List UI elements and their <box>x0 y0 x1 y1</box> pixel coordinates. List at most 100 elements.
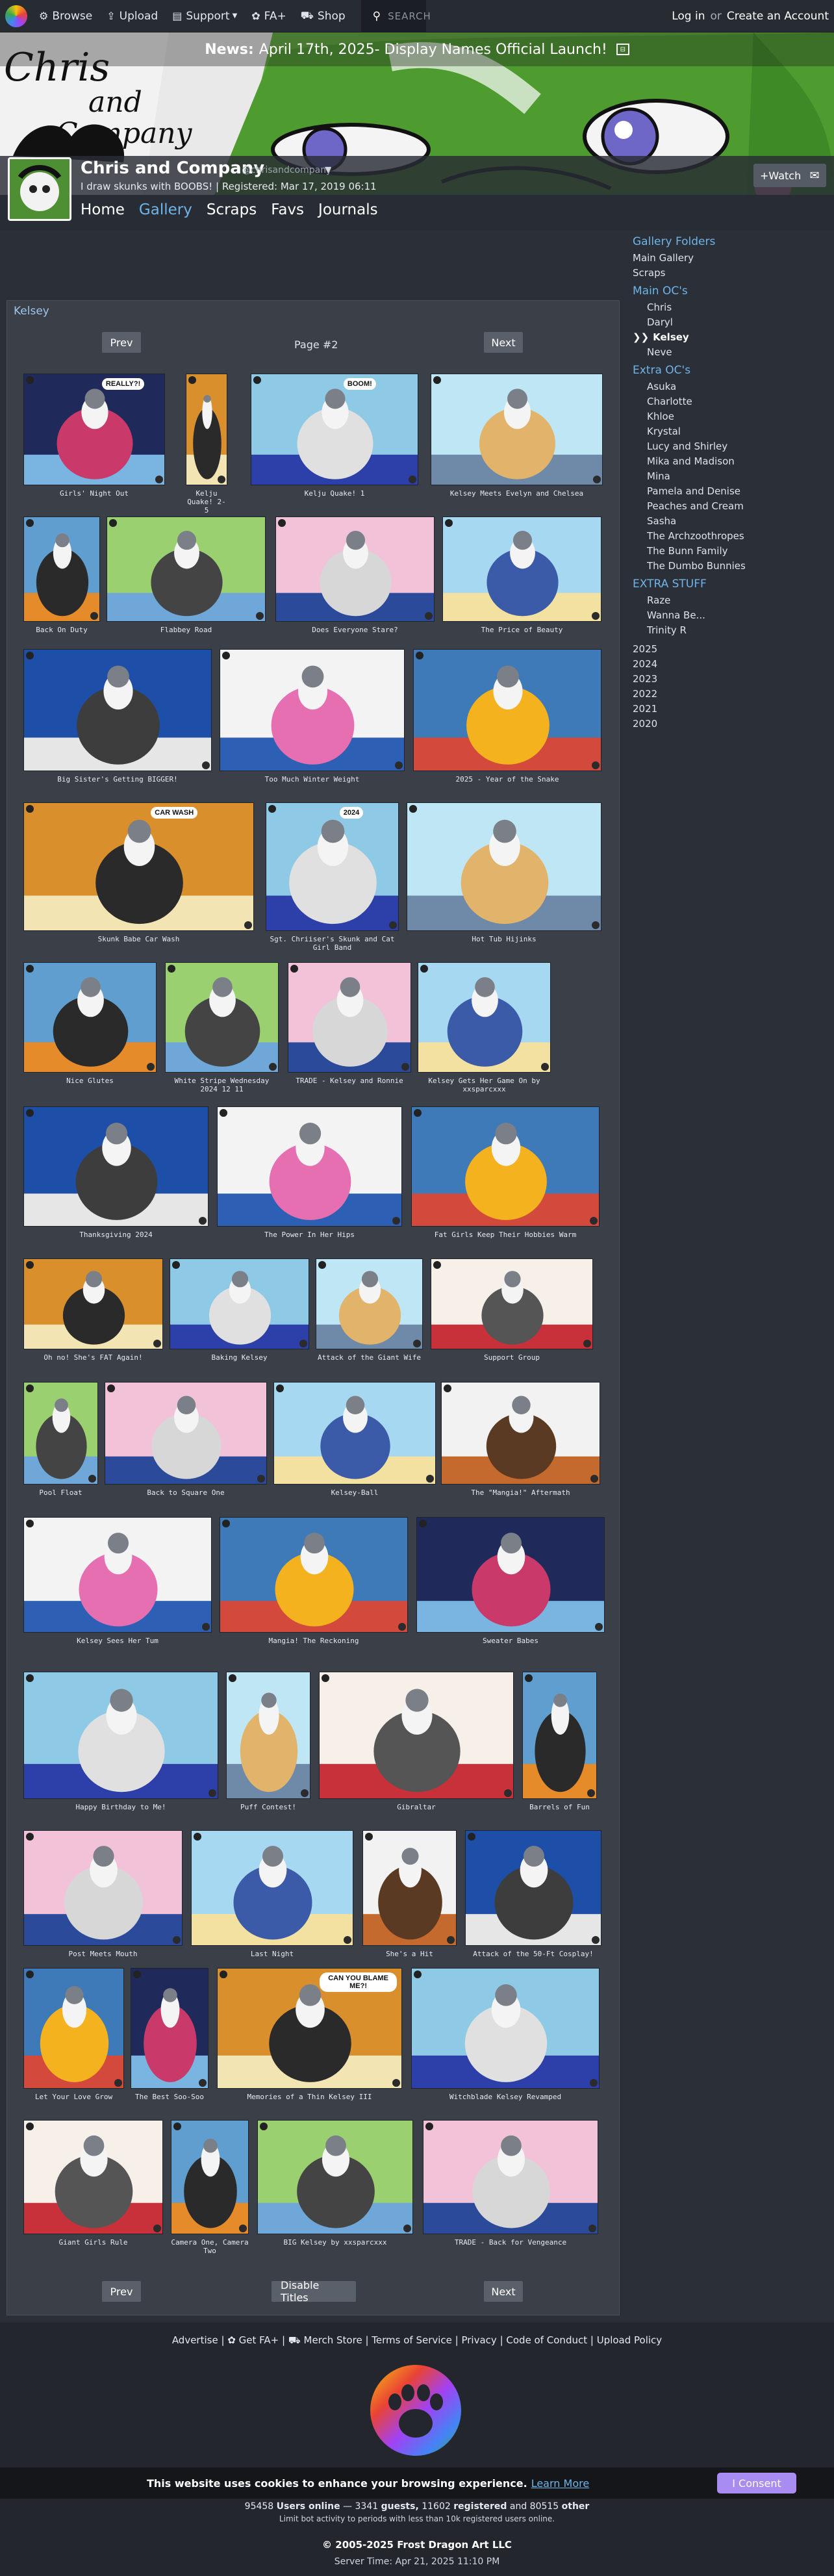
thumbnail-caption[interactable]: Giant Girls Rule <box>23 2238 163 2247</box>
thumbnail-caption[interactable]: Kelsey-Ball <box>273 1488 436 1497</box>
folder-extra-oc-6[interactable]: Mina <box>633 469 828 484</box>
gallery-thumbnail[interactable] <box>23 2120 163 2234</box>
thumbnail-caption[interactable]: Fat Girls Keep Their Hobbies Warm <box>411 1231 600 1239</box>
thumbnail-caption[interactable]: The Power In Her Hips <box>217 1231 402 1239</box>
tab-gallery[interactable]: Gallery <box>139 201 192 218</box>
learn-more-link[interactable]: Learn More <box>531 2477 589 2490</box>
gallery-thumbnail[interactable] <box>411 1106 600 1227</box>
thumbnail-caption[interactable]: Kelsey Sees Her Tum <box>23 1637 212 1645</box>
thumbnail-caption[interactable]: Witchblade Kelsey Revamped <box>411 2093 600 2101</box>
gallery-thumbnail[interactable] <box>23 1382 98 1485</box>
mail-icon[interactable]: ✉ <box>803 164 826 187</box>
thumbnail-caption[interactable]: Camera One, Camera Two <box>171 2238 249 2255</box>
gallery-thumbnail[interactable] <box>165 962 279 1073</box>
user-menu-chevron-icon[interactable]: ▾ <box>325 161 331 177</box>
thumbnail-caption[interactable]: Puff Contest! <box>226 1803 310 1811</box>
shop-link[interactable]: ⛟ Shop <box>301 9 346 23</box>
thumbnail-caption[interactable]: Attack of the 50-Ft Cosplay! <box>465 1950 601 1958</box>
gallery-thumbnail[interactable]: 2024 <box>266 802 399 931</box>
gallery-thumbnail[interactable] <box>418 962 551 1073</box>
gallery-thumbnail[interactable] <box>413 649 601 771</box>
gallery-thumbnail[interactable] <box>23 1517 212 1633</box>
watch-button[interactable]: +Watch <box>753 164 808 187</box>
thumbnail-caption[interactable]: Let Your Love Grow <box>23 2093 124 2101</box>
thumbnail-caption[interactable]: 2025 - Year of the Snake <box>413 775 601 784</box>
thumbnail-caption[interactable]: Post Meets Mouth <box>23 1950 183 1958</box>
thumbnail-caption[interactable]: TRADE - Back for Vengeance <box>423 2238 598 2247</box>
folder-neve[interactable]: Neve <box>633 345 828 360</box>
thumbnail-caption[interactable]: The Best Soo-Soo <box>131 2093 208 2101</box>
gallery-thumbnail[interactable] <box>316 1258 423 1349</box>
folder-year-2[interactable]: 2023 <box>633 672 828 687</box>
thumbnail-caption[interactable]: She's a Hit <box>362 1950 457 1958</box>
thumbnail-caption[interactable]: Sgt. Chriiser's Skunk and Cat Girl Band <box>266 935 399 952</box>
gallery-thumbnail[interactable] <box>186 374 227 485</box>
thumbnail-caption[interactable]: Last Night <box>191 1950 353 1958</box>
folder-extra-oc-8[interactable]: Peaches and Cream <box>633 499 828 514</box>
thumbnail-caption[interactable]: Mangia! The Reckoning <box>220 1637 408 1645</box>
gallery-thumbnail[interactable] <box>171 2120 249 2234</box>
tos-link[interactable]: Terms of Service <box>372 2334 452 2346</box>
folder-main-gallery[interactable]: Main Gallery <box>633 251 828 266</box>
tab-home[interactable]: Home <box>81 201 125 218</box>
thumbnail-caption[interactable]: Gibraltar <box>319 1803 514 1811</box>
tab-favs[interactable]: Favs <box>271 201 304 218</box>
gallery-thumbnail[interactable] <box>319 1672 514 1799</box>
upload-link[interactable]: ⇪ Upload <box>107 10 158 23</box>
gallery-thumbnail[interactable] <box>522 1672 597 1799</box>
thumbnail-caption[interactable]: Hot Tub Hijinks <box>407 935 601 943</box>
thumbnail-caption[interactable]: Back On Duty <box>23 626 100 634</box>
thumbnail-caption[interactable]: White Stripe Wednesday 2024 12 11 <box>165 1077 279 1093</box>
gallery-thumbnail[interactable] <box>431 374 603 485</box>
folder-extra-oc-3[interactable]: Krystal <box>633 424 828 439</box>
gallery-thumbnail[interactable] <box>411 1968 600 2089</box>
login-link[interactable]: Log in <box>672 10 705 23</box>
thumbnail-caption[interactable]: Thanksgiving 2024 <box>23 1231 208 1239</box>
thumbnail-caption[interactable]: Too Much Winter Weight <box>220 775 405 784</box>
gallery-thumbnail[interactable]: BOOM! <box>251 374 418 485</box>
merch-store-link[interactable]: Merch Store <box>304 2334 362 2346</box>
thumbnail-caption[interactable]: The "Mangia!" Aftermath <box>441 1488 600 1497</box>
thumbnail-caption[interactable]: Attack of the Giant Wife <box>316 1353 423 1362</box>
create-account-link[interactable]: Create an Account <box>727 10 829 23</box>
thumbnail-caption[interactable]: Pool Float <box>23 1488 98 1497</box>
dismiss-news-icon[interactable]: ⊟ <box>616 44 629 55</box>
tab-scraps[interactable]: Scraps <box>207 201 257 218</box>
avatar[interactable] <box>8 157 71 221</box>
thumbnail-caption[interactable]: BIG Kelsey by xxsparcxxx <box>257 2238 413 2247</box>
gallery-thumbnail[interactable]: CAR WASH <box>23 802 254 931</box>
gallery-thumbnail[interactable] <box>23 516 100 622</box>
site-logo-icon[interactable] <box>5 5 27 27</box>
gallery-thumbnail[interactable] <box>407 802 601 931</box>
gallery-thumbnail[interactable] <box>441 1382 600 1485</box>
gallery-thumbnail[interactable] <box>442 516 601 622</box>
gallery-thumbnail[interactable] <box>423 2120 598 2234</box>
thumbnail-caption[interactable]: Big Sister's Getting BIGGER! <box>23 775 212 784</box>
get-fa-plus-link[interactable]: Get FA+ <box>239 2334 279 2346</box>
thumbnail-caption[interactable]: Happy Birthday to Me! <box>23 1803 218 1811</box>
advertise-link[interactable]: Advertise <box>172 2334 218 2346</box>
thumbnail-caption[interactable]: Girls' Night Out <box>23 489 165 498</box>
folder-extra-oc-1[interactable]: Charlotte <box>633 394 828 409</box>
folder-extra-oc-0[interactable]: Asuka <box>633 379 828 394</box>
prev-button-bottom[interactable]: Prev <box>102 2281 141 2302</box>
gallery-thumbnail[interactable] <box>131 1968 208 2089</box>
news-text[interactable]: April 17th, 2025- Display Names Official… <box>259 42 607 58</box>
folder-kelsey[interactable]: ❯❯ Kelsey <box>633 330 828 345</box>
gallery-thumbnail[interactable] <box>416 1517 605 1633</box>
thumbnail-caption[interactable]: Barrels of Fun <box>522 1803 597 1811</box>
thumbnail-caption[interactable]: Support Group <box>431 1353 593 1362</box>
gallery-thumbnail[interactable] <box>288 962 411 1073</box>
folder-extra-oc-7[interactable]: Pamela and Denise <box>633 484 828 499</box>
gallery-thumbnail[interactable] <box>23 1968 124 2089</box>
thumbnail-caption[interactable]: Kelju Quake! 2-5 <box>186 489 227 515</box>
thumbnail-caption[interactable]: Baking Kelsey <box>170 1353 309 1362</box>
gallery-thumbnail[interactable] <box>220 1517 408 1633</box>
folder-extra-stuff-1[interactable]: Wanna Be... <box>633 608 828 623</box>
next-button[interactable]: Next <box>484 332 523 353</box>
consent-button[interactable]: I Consent <box>717 2473 796 2493</box>
tab-journals[interactable]: Journals <box>318 201 378 218</box>
gallery-thumbnail[interactable] <box>273 1382 436 1485</box>
gallery-thumbnail[interactable] <box>23 962 157 1073</box>
gallery-thumbnail[interactable] <box>220 649 405 771</box>
